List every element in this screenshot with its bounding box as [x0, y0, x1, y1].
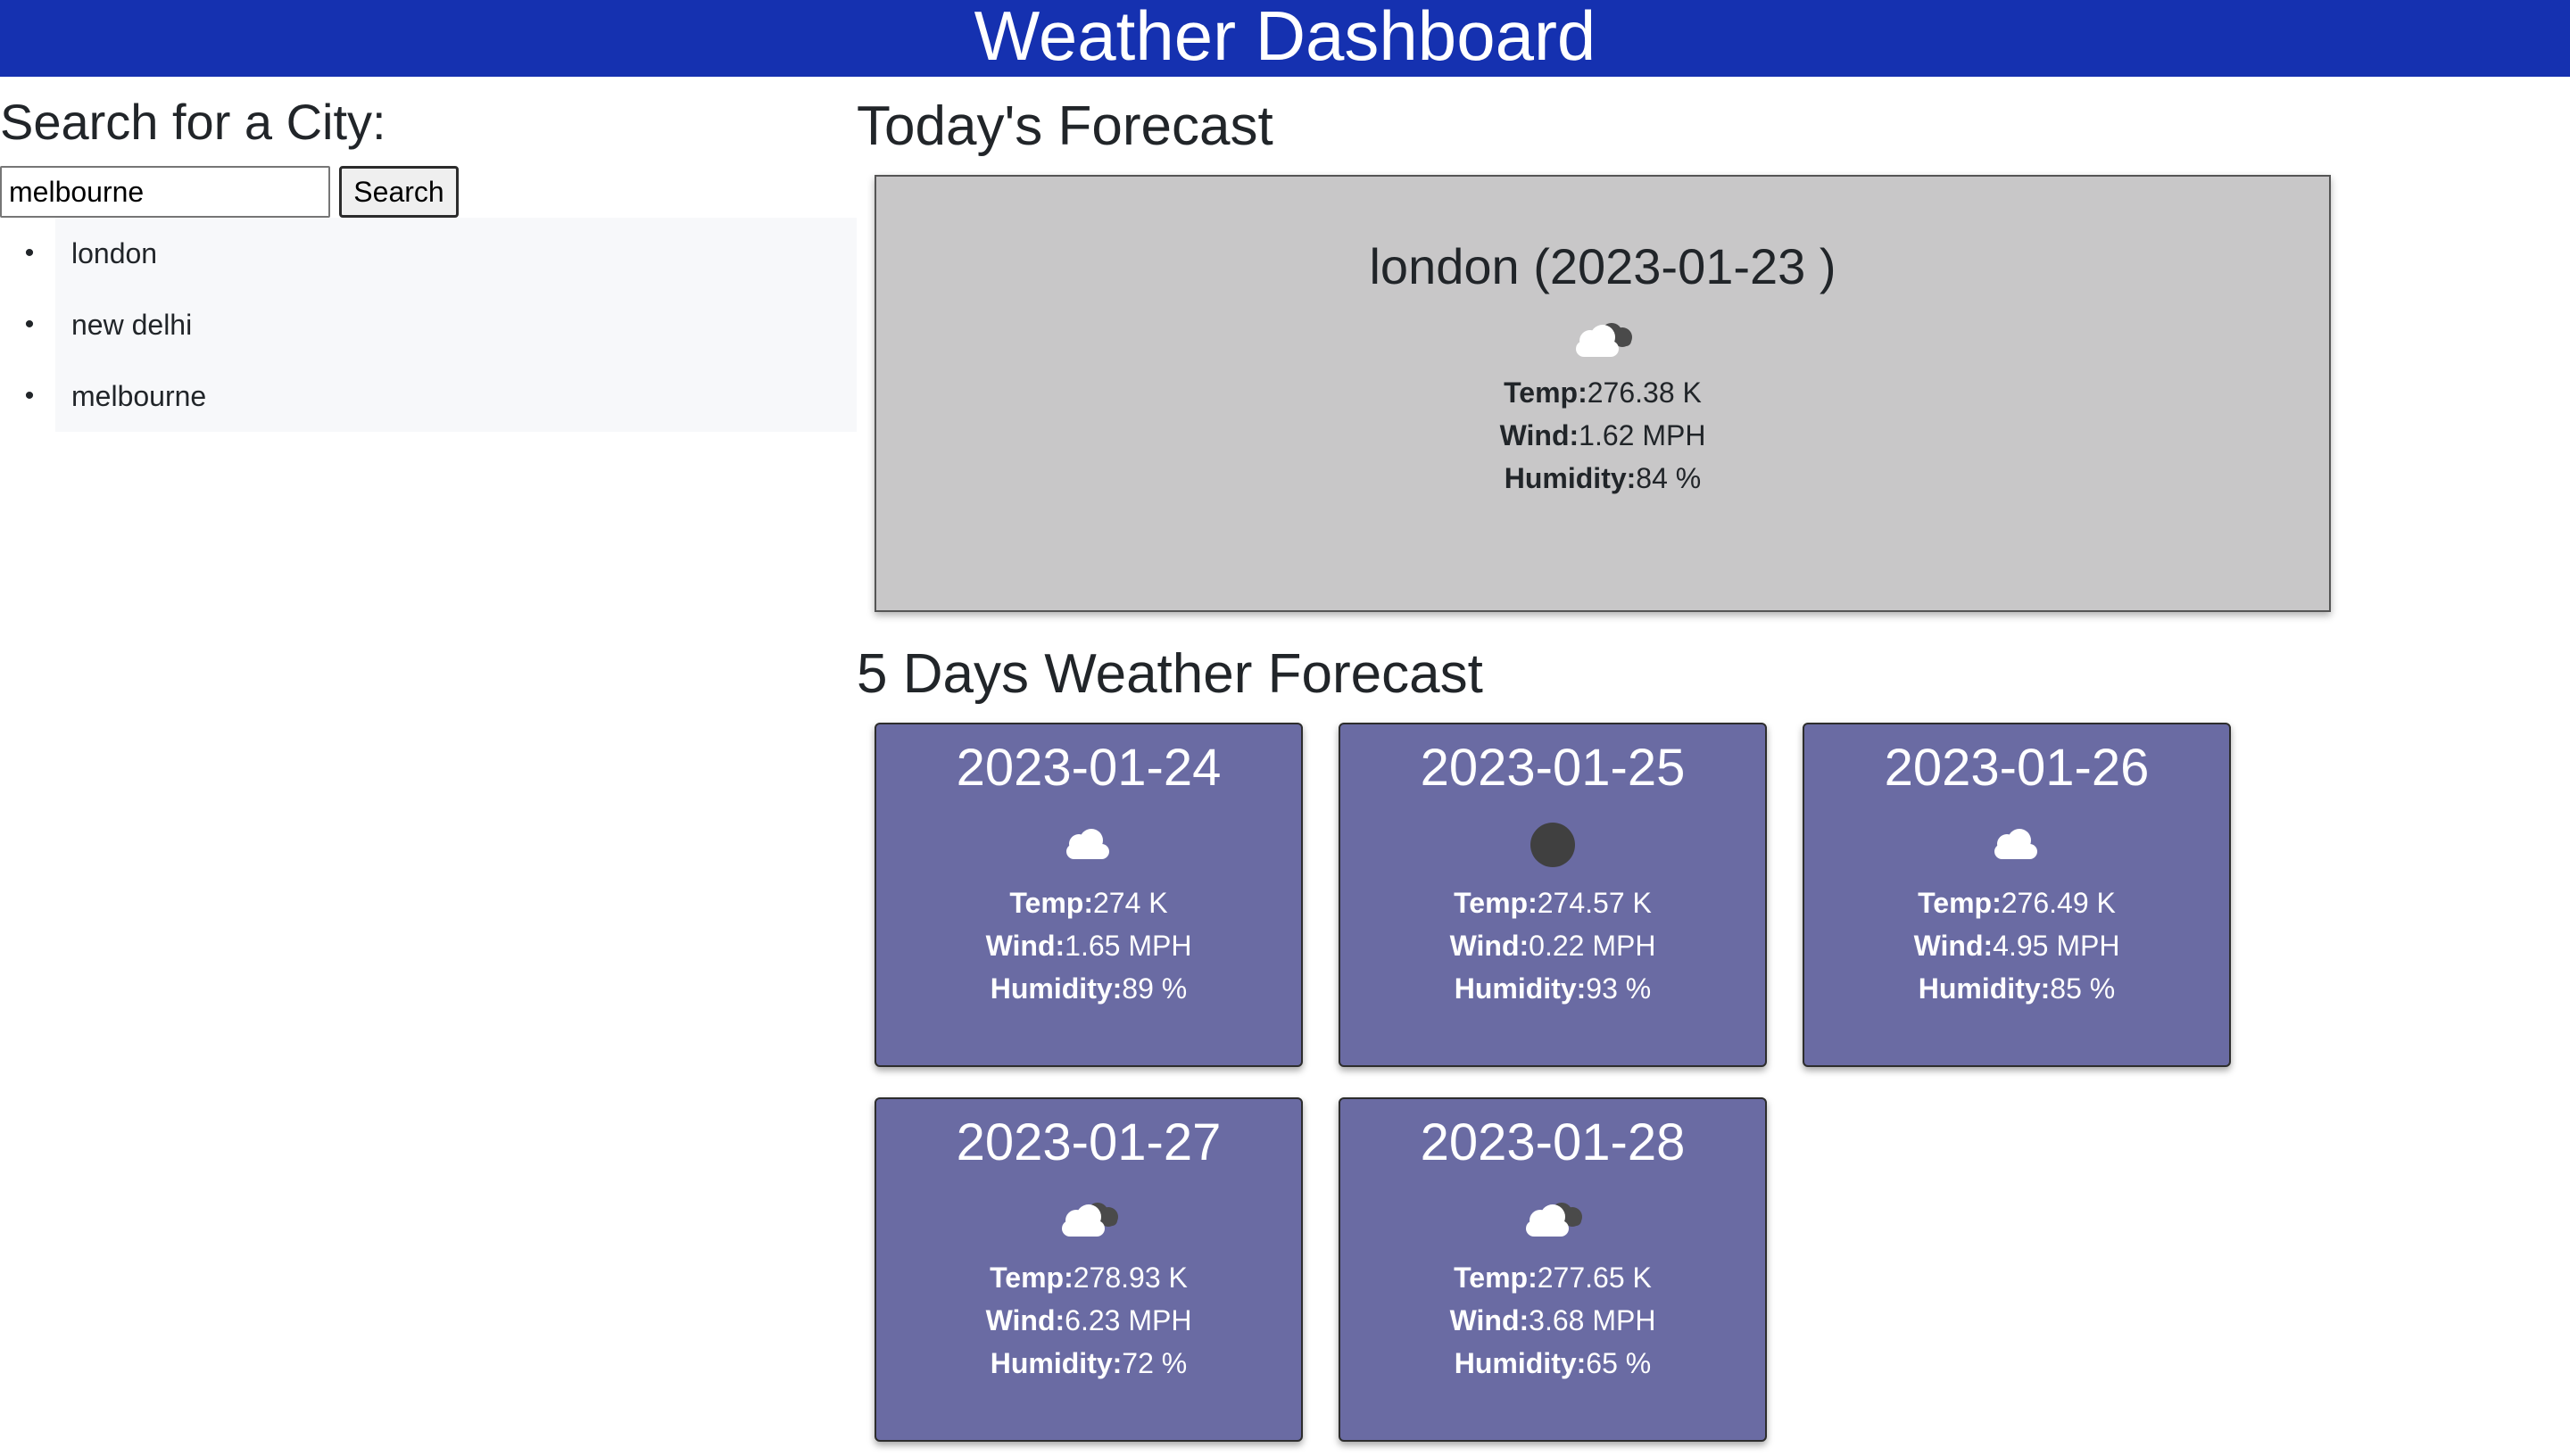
search-history-list: • london • new delhi • melbourne — [0, 218, 857, 432]
forecast-date: 2023-01-27 — [956, 1113, 1222, 1171]
broken-clouds-icon — [1340, 1188, 1765, 1251]
forecast-date: 2023-01-25 — [1420, 739, 1686, 797]
forecast-wind: Wind:4.95 MPH — [1913, 930, 2120, 962]
today-wind: Wind:1.62 MPH — [1499, 419, 1706, 451]
history-item[interactable]: • new delhi — [0, 289, 857, 360]
forecast-temp: Temp:276.49 K — [1918, 887, 2116, 919]
today-city-date: london (2023-01-23 ) — [1369, 238, 1836, 294]
today-forecast-card: london (2023-01-23 ) Temp:276.38 K Wind:… — [875, 175, 2331, 612]
today-temp: Temp:276.38 K — [1504, 376, 1702, 409]
broken-clouds-icon — [876, 309, 2329, 371]
forecast-date: 2023-01-28 — [1420, 1113, 1686, 1171]
forecast-humidity: Humidity:85 % — [1918, 972, 2116, 1005]
forecast-temp: Temp:274.57 K — [1454, 887, 1652, 919]
five-day-section-title: 5 Days Weather Forecast — [857, 643, 1483, 705]
search-heading: Search for a City: — [0, 94, 386, 150]
forecast-humidity: Humidity:72 % — [990, 1347, 1188, 1379]
forecast-card: 2023-01-28 Temp:277.65 K Wind:3.68 MPH H… — [1339, 1097, 1767, 1442]
search-row: Search — [0, 166, 459, 218]
forecast-wind: Wind:1.65 MPH — [985, 930, 1192, 962]
forecast-card: 2023-01-27 Temp:278.93 K Wind:6.23 MPH H… — [875, 1097, 1303, 1442]
forecast-wind: Wind:6.23 MPH — [985, 1304, 1192, 1336]
search-panel: Search for a City: Search • london • new… — [0, 89, 857, 432]
forecast-wind: Wind:0.22 MPH — [1449, 930, 1656, 962]
forecast-wind: Wind:3.68 MPH — [1449, 1304, 1656, 1336]
forecast-panel: Today's Forecast london (2023-01-23 ) Te… — [857, 89, 2570, 1442]
bullet-icon: • — [24, 310, 35, 339]
city-search-input[interactable] — [0, 166, 330, 218]
history-item-label[interactable]: melbourne — [55, 360, 857, 432]
forecast-card: 2023-01-24 Temp:274 K Wind:1.65 MPH Humi… — [875, 723, 1303, 1067]
history-item[interactable]: • melbourne — [0, 360, 857, 432]
today-section-title: Today's Forecast — [857, 95, 1273, 157]
forecast-temp: Temp:278.93 K — [990, 1262, 1188, 1294]
history-item-label[interactable]: london — [55, 218, 857, 289]
app-title: Weather Dashboard — [974, 0, 1596, 75]
overcast-icon — [1340, 814, 1765, 876]
forecast-temp: Temp:274 K — [1009, 887, 1168, 919]
forecast-date: 2023-01-26 — [1884, 739, 2150, 797]
search-button[interactable]: Search — [339, 166, 459, 218]
broken-clouds-icon — [876, 1188, 1301, 1251]
bullet-icon: • — [24, 238, 35, 268]
today-humidity: Humidity:84 % — [1504, 462, 1702, 494]
forecast-date: 2023-01-24 — [956, 739, 1222, 797]
bullet-icon: • — [24, 381, 35, 410]
forecast-card: 2023-01-26 Temp:276.49 K Wind:4.95 MPH H… — [1803, 723, 2231, 1067]
forecast-humidity: Humidity:89 % — [990, 972, 1188, 1005]
cloud-icon — [876, 814, 1301, 876]
forecast-humidity: Humidity:93 % — [1454, 972, 1652, 1005]
history-item-label[interactable]: new delhi — [55, 289, 857, 360]
app-header: Weather Dashboard — [0, 0, 2570, 77]
forecast-humidity: Humidity:65 % — [1454, 1347, 1652, 1379]
forecast-card: 2023-01-25 Temp:274.57 K Wind:0.22 MPH H… — [1339, 723, 1767, 1067]
history-item[interactable]: • london — [0, 218, 857, 289]
forecast-temp: Temp:277.65 K — [1454, 1262, 1652, 1294]
cloud-icon — [1804, 814, 2229, 876]
